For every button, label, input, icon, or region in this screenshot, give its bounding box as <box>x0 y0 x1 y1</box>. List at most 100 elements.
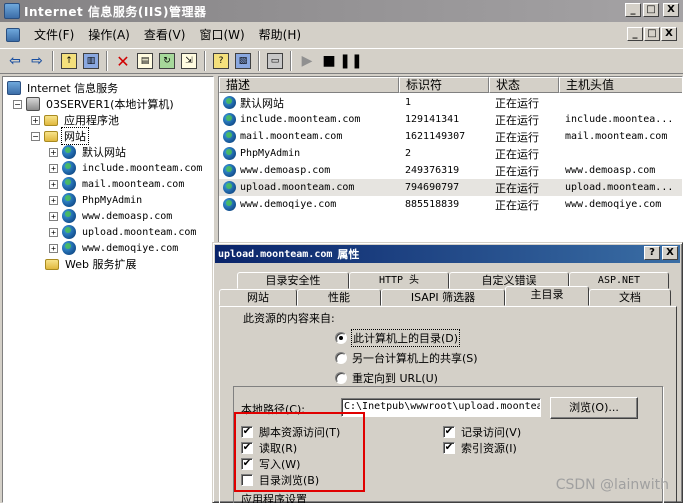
cell-description: mail.moonteam.com <box>240 131 343 142</box>
tree-item-web-ext[interactable]: Web 服务扩展 <box>45 256 138 272</box>
radio-label: 重定向到 URL(U) <box>352 372 438 385</box>
expand-toggle[interactable]: + <box>31 115 40 125</box>
radio-button[interactable] <box>335 352 347 364</box>
back-button[interactable]: ⇦ <box>4 50 26 72</box>
help-button[interactable]: ? <box>210 50 232 72</box>
pause-button[interactable]: ❚❚ <box>339 50 362 72</box>
expand-toggle[interactable]: + <box>49 211 58 221</box>
tree-item-label: PhpMyAdmin <box>82 194 143 206</box>
collapse-toggle[interactable]: − <box>31 131 40 141</box>
tab-website[interactable]: 网站 <box>219 289 297 306</box>
up-level-button[interactable]: ↑ <box>58 50 80 72</box>
folder-icon <box>44 114 58 126</box>
column-header-identifier[interactable]: 标识符 <box>399 77 489 93</box>
tree-item-site[interactable]: + 默认网站 <box>49 144 128 160</box>
action-pane-icon: ▧ <box>235 53 251 69</box>
radio-button[interactable] <box>335 332 347 344</box>
menu-view[interactable]: 查看(V) <box>136 25 192 45</box>
toolbar-separator <box>204 51 206 71</box>
minimize-button[interactable]: _ <box>625 3 641 17</box>
menu-file[interactable]: 文件(F) <box>24 25 80 45</box>
expand-toggle[interactable]: + <box>49 163 58 173</box>
table-row[interactable]: 默认网站 1 正在运行 <box>219 94 682 111</box>
forward-button[interactable]: ⇨ <box>26 50 48 72</box>
cell-host: include.moontea... <box>565 114 674 125</box>
tree-item-app-pools[interactable]: + 应用程序池 <box>31 112 121 128</box>
column-header-status[interactable]: 状态 <box>489 77 559 93</box>
checkbox-box[interactable]: ✔ <box>443 426 455 438</box>
website-globe-icon <box>62 209 76 223</box>
website-globe-icon <box>223 181 236 194</box>
mdi-minimize-button[interactable]: _ <box>627 27 643 41</box>
collapse-toggle[interactable]: − <box>13 99 22 109</box>
column-header-host[interactable]: 主机头值 <box>559 77 682 93</box>
tree-item-root[interactable]: Internet 信息服务 <box>7 80 120 96</box>
tree-item-websites[interactable]: − 网站 <box>31 127 89 145</box>
table-row[interactable]: PhpMyAdmin 2 正在运行 <box>219 145 682 162</box>
mdi-close-button[interactable]: X <box>661 27 677 41</box>
table-row[interactable]: include.moonteam.com 129141341 正在运行 incl… <box>219 111 682 128</box>
website-globe-icon <box>62 193 76 207</box>
dialog-close-button[interactable]: X <box>662 246 678 260</box>
tree-item-server[interactable]: − 03SERVER1(本地计算机) <box>13 96 176 112</box>
tree-pane[interactable]: Internet 信息服务 − 03SERVER1(本地计算机) + 应用程序池… <box>2 76 214 503</box>
tree-item-site[interactable]: + mail.moonteam.com <box>49 176 186 192</box>
tab-performance[interactable]: 性能 <box>297 289 381 306</box>
tab-isapi-filters[interactable]: ISAPI 筛选器 <box>381 289 505 306</box>
cell-host: upload.moonteam... <box>565 182 674 193</box>
computer-button[interactable]: ▭ <box>264 50 286 72</box>
browse-button[interactable]: 浏览(O)... <box>550 397 638 419</box>
radio-button[interactable] <box>335 372 347 384</box>
table-row[interactable]: mail.moonteam.com 1621149307 正在运行 mail.m… <box>219 128 682 145</box>
action-pane-button[interactable]: ▧ <box>232 50 254 72</box>
show-tree-button[interactable]: ▥ <box>80 50 102 72</box>
export-list-icon: ⇲ <box>181 53 197 69</box>
table-row-selected[interactable]: upload.moonteam.com 794690797 正在运行 uploa… <box>219 179 682 196</box>
menu-window[interactable]: 窗口(W) <box>191 25 250 45</box>
properties-button[interactable]: ▤ <box>134 50 156 72</box>
radio-network-share[interactable]: 另一台计算机上的共享(S) <box>335 350 478 366</box>
tab-home-directory[interactable]: 主目录 <box>505 286 589 306</box>
radio-redirect-url[interactable]: 重定向到 URL(U) <box>335 370 438 386</box>
export-button[interactable]: ⇲ <box>178 50 200 72</box>
dialog-help-button[interactable]: ? <box>644 246 660 260</box>
checkbox-log-visits[interactable]: ✔ 记录访问(V) <box>443 424 521 440</box>
start-button[interactable]: ▶ <box>296 50 318 72</box>
tab-directory-security[interactable]: 目录安全性 <box>237 272 349 289</box>
delete-button[interactable]: ✕ <box>112 50 134 72</box>
menu-app-icon[interactable] <box>6 28 20 42</box>
menu-action[interactable]: 操作(A) <box>80 25 136 45</box>
expand-toggle[interactable]: + <box>49 147 58 157</box>
cell-status: 正在运行 <box>495 147 539 161</box>
tree-item-site[interactable]: + www.demoqiye.com <box>49 240 180 256</box>
local-path-input[interactable]: C:\Inetpub\wwwroot\upload.moonteam <box>341 398 541 417</box>
properties-icon: ▤ <box>137 53 153 69</box>
website-globe-icon <box>223 147 236 160</box>
website-globe-icon <box>223 96 236 109</box>
tree-item-label: www.demoasp.com <box>82 210 173 222</box>
table-row[interactable]: www.demoqiye.com 885518839 正在运行 www.demo… <box>219 196 682 213</box>
checkbox-index-resource[interactable]: ✔ 索引资源(I) <box>443 440 517 456</box>
close-button[interactable]: X <box>663 3 679 17</box>
expand-toggle[interactable]: + <box>49 243 58 253</box>
expand-toggle[interactable]: + <box>49 227 58 237</box>
table-row[interactable]: www.demoasp.com 249376319 正在运行 www.demoa… <box>219 162 682 179</box>
menu-help[interactable]: 帮助(H) <box>251 25 307 45</box>
tree-item-site[interactable]: + include.moonteam.com <box>49 160 204 176</box>
source-label: 此资源的内容来自: <box>243 312 335 325</box>
mdi-restore-button[interactable]: □ <box>644 27 660 41</box>
tree-item-site[interactable]: + PhpMyAdmin <box>49 192 144 208</box>
maximize-button[interactable]: □ <box>643 3 659 17</box>
refresh-button[interactable]: ↻ <box>156 50 178 72</box>
checkbox-box[interactable]: ✔ <box>443 442 455 454</box>
column-header-description[interactable]: 描述 <box>219 77 399 93</box>
stop-button[interactable]: ■ <box>318 50 340 72</box>
expand-toggle[interactable]: + <box>49 179 58 189</box>
tree-item-site[interactable]: + upload.moonteam.com <box>49 224 198 240</box>
radio-local-directory[interactable]: 此计算机上的目录(D) <box>335 329 461 347</box>
tab-http-headers[interactable]: HTTP 头 <box>349 272 449 289</box>
expand-toggle[interactable]: + <box>49 195 58 205</box>
tree-item-site[interactable]: + www.demoasp.com <box>49 208 174 224</box>
tab-documents[interactable]: 文档 <box>589 289 671 306</box>
website-globe-icon <box>62 225 76 239</box>
